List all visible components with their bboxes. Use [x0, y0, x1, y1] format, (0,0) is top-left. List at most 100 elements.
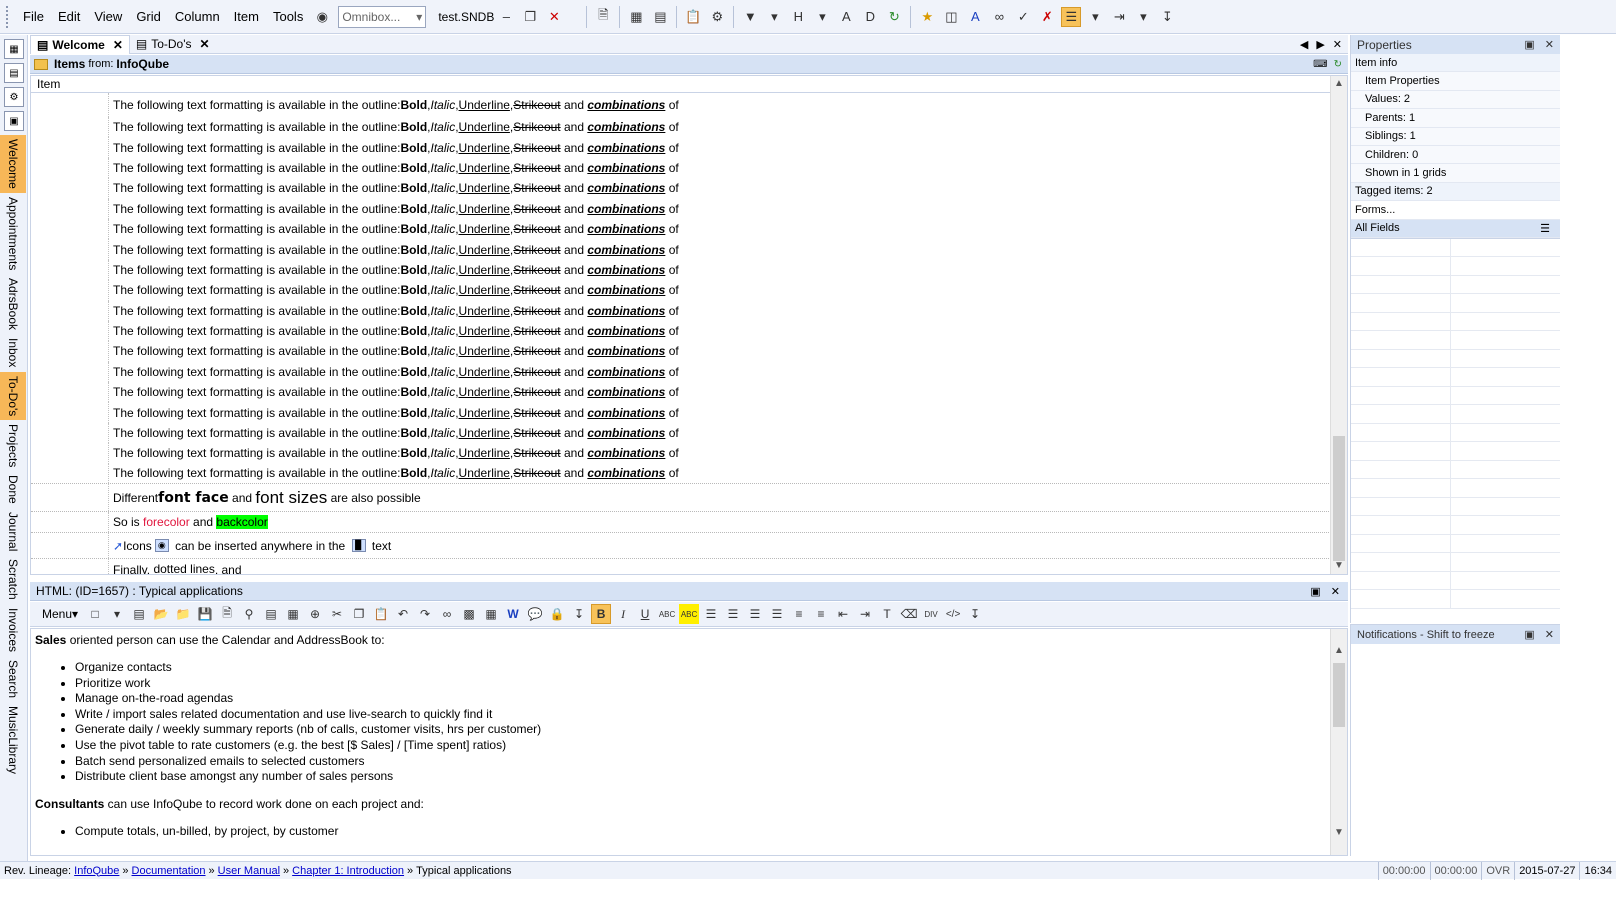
- table-row[interactable]: The following text formatting is availab…: [31, 117, 1347, 138]
- numbered-list-icon[interactable]: ≡: [789, 604, 809, 624]
- field-name-cell[interactable]: [1351, 553, 1451, 571]
- tagged-items[interactable]: Tagged items: 2: [1351, 182, 1560, 202]
- field-row[interactable]: [1351, 238, 1560, 258]
- table-row[interactable]: Different font face and font sizes are a…: [31, 484, 1347, 513]
- tab-todos[interactable]: ▤ To-Do's ✕: [130, 35, 216, 54]
- chevron-down-icon[interactable]: ▼: [1331, 825, 1347, 841]
- hoist-icon[interactable]: H: [788, 7, 808, 27]
- field-name-cell[interactable]: [1351, 405, 1451, 423]
- toolbar-overflow-icon[interactable]: ↧: [965, 604, 985, 624]
- field-row[interactable]: [1351, 497, 1560, 517]
- shown-in-grids[interactable]: Shown in 1 grids: [1351, 164, 1560, 183]
- refresh-icon[interactable]: ↻: [884, 7, 904, 27]
- sidebar-tab-inbox[interactable]: Inbox: [0, 334, 26, 371]
- sidebar-tab-search[interactable]: Search: [0, 656, 26, 702]
- clear-format-icon[interactable]: T: [877, 604, 897, 624]
- tab-welcome[interactable]: ▤ Welcome ✕: [30, 34, 130, 54]
- link-icon[interactable]: ∞: [989, 7, 1009, 27]
- field-value-cell[interactable]: [1451, 424, 1560, 442]
- table-row[interactable]: The following text formatting is availab…: [31, 422, 1347, 444]
- field-value-cell[interactable]: [1451, 294, 1560, 312]
- field-row[interactable]: [1351, 516, 1560, 535]
- copy-icon[interactable]: ❐: [349, 604, 369, 624]
- omnibox-input[interactable]: Omnibox... ▾: [338, 5, 427, 28]
- link-icon[interactable]: ∞: [437, 604, 457, 624]
- sidebar-tab-welcome[interactable]: Welcome: [0, 135, 26, 193]
- table-row[interactable]: The following text formatting is availab…: [31, 280, 1347, 301]
- html-editor-content[interactable]: Sales oriented person can use the Calend…: [30, 628, 1348, 856]
- sidebar-tab-musiclibrary[interactable]: MusicLibrary: [0, 702, 26, 778]
- toolbar-overflow-icon[interactable]: ↧: [569, 604, 589, 624]
- paste-icon[interactable]: 📋: [371, 604, 391, 624]
- field-row[interactable]: [1351, 331, 1560, 350]
- indent-icon[interactable]: ⇥: [855, 604, 875, 624]
- field-value-cell[interactable]: [1451, 257, 1560, 275]
- table-row[interactable]: The following text formatting is availab…: [31, 137, 1347, 158]
- open-icon[interactable]: 📁: [173, 604, 193, 624]
- field-row[interactable]: [1351, 442, 1560, 461]
- editor-scroll-thumb[interactable]: [1333, 663, 1345, 727]
- html-menu-button[interactable]: Menu▾: [36, 607, 84, 621]
- close-icon[interactable]: ✕: [200, 37, 210, 51]
- chevron-down-icon[interactable]: ▾: [764, 7, 784, 27]
- field-name-cell[interactable]: [1351, 275, 1451, 294]
- align-right-icon[interactable]: ☰: [745, 604, 765, 624]
- sidebar-tab-invoices[interactable]: Invoices: [0, 604, 26, 656]
- chevron-down-icon[interactable]: ▼: [1331, 558, 1347, 574]
- justify-icon[interactable]: ☰: [767, 604, 787, 624]
- sidebar-tab-adrsbook[interactable]: AdrsBook: [0, 274, 26, 334]
- close-icon[interactable]: ✕: [1331, 585, 1340, 598]
- new-document-icon[interactable]: □: [85, 604, 105, 624]
- table-row[interactable]: The following text formatting is availab…: [31, 382, 1347, 403]
- bullet-list-icon[interactable]: ≡: [811, 604, 831, 624]
- close-icon[interactable]: ✕: [544, 7, 564, 27]
- table-row[interactable]: The following text formatting is availab…: [31, 178, 1347, 199]
- field-name-cell[interactable]: [1351, 590, 1451, 608]
- table-row[interactable]: The following text formatting is availab…: [31, 157, 1347, 179]
- pin-icon[interactable]: ▣: [1524, 628, 1534, 641]
- menu-column[interactable]: Column: [168, 0, 227, 34]
- chevron-down-icon[interactable]: ▾: [1133, 7, 1153, 27]
- sidebar-tab-done[interactable]: Done: [0, 471, 26, 508]
- field-value-cell[interactable]: [1451, 479, 1560, 497]
- field-value-cell[interactable]: [1451, 461, 1560, 479]
- sidebar-tab-journal[interactable]: Journal: [0, 508, 26, 555]
- checkmark-icon[interactable]: ✓: [1013, 7, 1033, 27]
- grid-icon[interactable]: ▦: [626, 7, 646, 27]
- field-name-cell[interactable]: [1351, 312, 1451, 331]
- grid-scroll-thumb[interactable]: [1333, 436, 1345, 561]
- print-preview-icon[interactable]: 🗎: [217, 604, 237, 624]
- field-name-cell[interactable]: [1351, 349, 1451, 368]
- close-icon[interactable]: ✕: [1545, 628, 1554, 641]
- siblings-count[interactable]: Siblings: 1: [1351, 127, 1560, 146]
- word-icon[interactable]: W: [503, 604, 523, 624]
- field-value-cell[interactable]: [1451, 535, 1560, 553]
- new-grid-icon[interactable]: ▦: [4, 39, 24, 59]
- field-name-cell[interactable]: [1351, 257, 1451, 275]
- table-row[interactable]: The following text formatting is availab…: [31, 259, 1347, 281]
- cut-icon[interactable]: ✂: [327, 604, 347, 624]
- field-value-cell[interactable]: [1451, 516, 1560, 534]
- field-row[interactable]: [1351, 571, 1560, 591]
- undo-icon[interactable]: ↶: [393, 604, 413, 624]
- field-name-cell[interactable]: [1351, 368, 1451, 386]
- find-icon[interactable]: ⚲: [239, 604, 259, 624]
- table-row[interactable]: The following text formatting is availab…: [31, 198, 1347, 219]
- field-name-cell[interactable]: [1351, 238, 1451, 257]
- items-source[interactable]: InfoQube: [116, 57, 169, 71]
- source-icon[interactable]: </>: [943, 604, 963, 624]
- save-icon[interactable]: 💾: [195, 604, 215, 624]
- grid-scrollbar[interactable]: ▲ ▼: [1330, 76, 1347, 574]
- chevron-down-icon[interactable]: ▾: [416, 10, 422, 24]
- field-row[interactable]: [1351, 405, 1560, 424]
- menu-file[interactable]: File: [16, 0, 51, 34]
- field-value-cell[interactable]: [1451, 368, 1560, 386]
- field-name-cell[interactable]: [1351, 294, 1451, 312]
- align-center-icon[interactable]: ☰: [723, 604, 743, 624]
- clipboard-icon[interactable]: 📋: [683, 7, 703, 27]
- field-row[interactable]: [1351, 312, 1560, 332]
- refresh-icon[interactable]: ↻: [1334, 59, 1342, 70]
- table-row[interactable]: The following text formatting is availab…: [31, 361, 1347, 383]
- field-row[interactable]: [1351, 368, 1560, 387]
- menu-item[interactable]: Item: [227, 0, 266, 34]
